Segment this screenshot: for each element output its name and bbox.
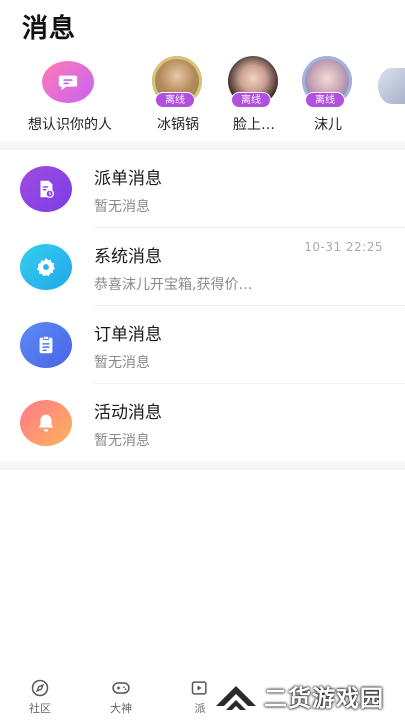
status-badge: 离线: [231, 92, 271, 108]
status-badge: 离线: [155, 92, 195, 108]
section-divider: [0, 142, 405, 150]
list-item-order[interactable]: 订单消息 暂无消息: [0, 306, 405, 384]
play-screen-icon: [191, 681, 207, 695]
list-item-activity[interactable]: 活动消息 暂无消息: [0, 384, 405, 462]
tab-master[interactable]: 大神: [97, 678, 145, 716]
contact-name: 脸上…: [233, 117, 275, 133]
page-title: 消息: [22, 14, 77, 44]
gear-icon: [36, 257, 56, 277]
tab-label: 大神: [110, 702, 132, 715]
document-clock-icon: [40, 180, 55, 198]
gamepad-icon: [112, 682, 130, 694]
message-title: 派单消息: [94, 169, 162, 189]
contact-name: 沫儿: [314, 117, 342, 133]
list-item-dispatch[interactable]: 派单消息 暂无消息: [0, 150, 405, 228]
message-preview: 暂无消息: [94, 355, 150, 371]
order-icon-badge: [20, 322, 72, 368]
message-title: 订单消息: [94, 325, 162, 345]
message-title: 系统消息: [94, 247, 162, 267]
watermark-logo-icon: [216, 686, 256, 710]
clipboard-icon: [39, 335, 53, 354]
contacts-row: 想认识你的人 离线 冰锅锅 离线 脸上… 离线 沫儿: [0, 54, 405, 140]
message-preview: 暂无消息: [94, 433, 150, 449]
message-preview: 暂无消息: [94, 199, 150, 215]
watermark-text: 二货游戏园: [264, 686, 384, 712]
dispatch-icon-badge: [20, 166, 72, 212]
system-icon-badge: [20, 244, 72, 290]
status-badge: 离线: [305, 92, 345, 108]
tab-label: 社区: [29, 702, 51, 715]
activity-icon-badge: [20, 400, 72, 446]
message-title: 活动消息: [94, 403, 162, 423]
compass-icon: [31, 679, 49, 697]
chat-bubble-icon: [58, 75, 78, 91]
message-preview: 恭喜沫儿开宝箱,获得价…: [94, 277, 253, 293]
avatar-peek[interactable]: [378, 68, 405, 104]
watermark: 二货游戏园: [212, 676, 402, 716]
message-timestamp: 10-31 22:25: [304, 240, 383, 254]
tab-community[interactable]: 社区: [16, 678, 64, 716]
wish-chat-button[interactable]: [42, 61, 94, 103]
section-divider: [0, 462, 405, 470]
bell-icon: [38, 414, 54, 432]
message-list: 派单消息 暂无消息 系统消息 恭喜沫儿开宝箱,获得价… 订单消息 暂无消息 活动…: [0, 150, 405, 462]
wish-label[interactable]: 想认识你的人: [10, 114, 130, 134]
contact-name: 冰锅锅: [157, 117, 199, 133]
